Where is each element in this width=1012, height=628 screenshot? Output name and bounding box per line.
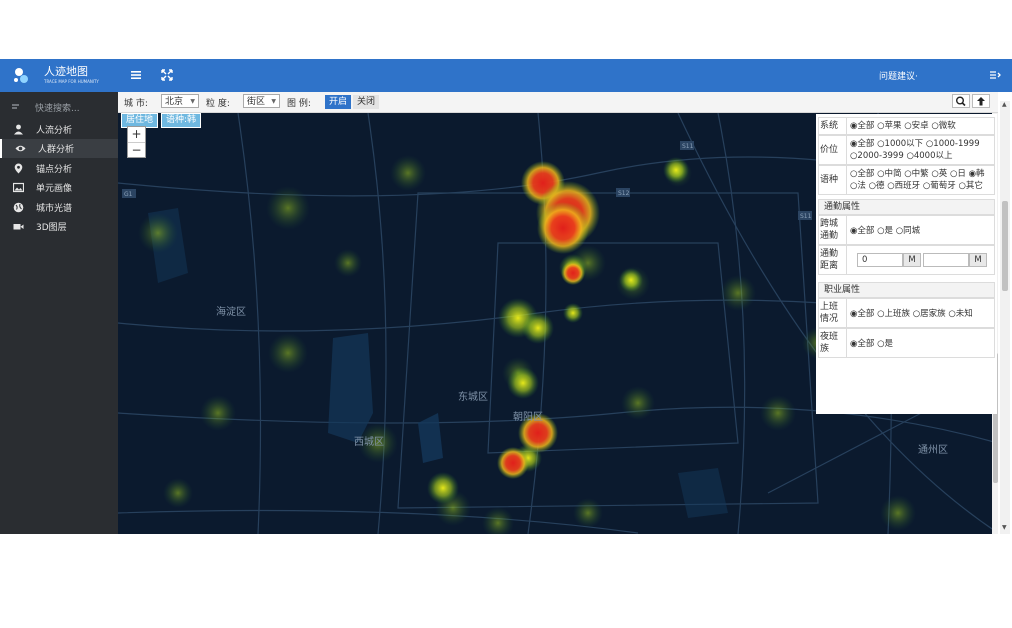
map-toolbar: 城 市: 北京 ▼ 粒 度: 街区 ▼ 图 例: 开启 关闭 — [118, 92, 998, 113]
sidebar-item-label: 3D图层 — [36, 223, 67, 233]
app-title: 人迹地图 — [44, 65, 88, 78]
image-icon — [13, 182, 24, 193]
sidebar-item-label: 城市光谱 — [36, 204, 73, 214]
sidebar-item-3d-layer[interactable]: 3D图层 — [0, 217, 118, 236]
district-label: 通州区 — [918, 445, 948, 456]
zoom-control: + − — [127, 126, 146, 158]
scroll-thumb[interactable] — [1002, 201, 1008, 291]
app-logo[interactable]: 人迹地图 TRACE MAP FOR HUMANITY — [12, 65, 112, 87]
layer-tag-language[interactable]: 语种:韩 — [161, 113, 202, 128]
granularity-value: 街区 — [247, 97, 266, 107]
filter-label: 语种 — [819, 166, 847, 194]
zoom-in-button[interactable]: + — [128, 127, 145, 142]
legend-on-button[interactable]: 开启 — [325, 95, 352, 109]
collapse-panel-button[interactable] — [972, 94, 990, 108]
night-options[interactable]: ◉全部 ○是 — [850, 338, 994, 350]
filter-distance: 通勤距离 0 M M — [818, 245, 995, 275]
filter-price: 价位 ◉全部 ○1000以下 ○1000-1999 ○2000-3999 ○40… — [818, 135, 995, 165]
filter-label: 夜班族 — [819, 329, 847, 357]
sidebar-item-label: 单元画像 — [36, 184, 73, 194]
sidebar-item-crowd[interactable]: 人群分析 — [0, 139, 120, 158]
person-icon — [14, 124, 23, 135]
language-options[interactable]: ○全部 ○中简 ○中繁 ○英 ○日 ◉韩 ○法 ○德 ○西班牙 ○葡萄牙 ○其它 — [850, 168, 994, 192]
city-select[interactable]: 北京 ▼ — [161, 94, 199, 108]
system-options[interactable]: ◉全部 ○苹果 ○安卓 ○微软 — [850, 120, 994, 132]
scroll-down-icon[interactable]: ▼ — [1002, 524, 1007, 531]
filter-label: 跨城通勤 — [819, 216, 847, 244]
filter-night-shift: 夜班族 ◉全部 ○是 — [818, 328, 995, 358]
app-subtitle: TRACE MAP FOR HUMANITY — [44, 79, 99, 84]
sidebar-item-city-spectrum[interactable]: 城市光谱 — [0, 198, 118, 217]
legend-label: 图 例: — [287, 99, 311, 109]
fullscreen-icon[interactable] — [160, 68, 174, 82]
legend-off-button[interactable]: 关闭 — [353, 95, 380, 109]
filter-label: 价位 — [819, 136, 847, 164]
sidebar-item-flow[interactable]: 人流分析 — [0, 120, 118, 139]
chevron-down-icon: ▼ — [190, 98, 195, 105]
city-value: 北京 — [165, 97, 184, 107]
granularity-select[interactable]: 街区 ▼ — [243, 94, 280, 108]
district-label: 海淀区 — [216, 307, 246, 318]
zoom-out-button[interactable]: − — [128, 142, 145, 158]
svg-text:S12: S12 — [618, 190, 630, 197]
map-pin-icon — [14, 163, 23, 174]
map-search-button[interactable] — [952, 94, 970, 108]
city-label: 城 市: — [124, 99, 148, 109]
work-options[interactable]: ◉全部 ○上班族 ○居家族 ○未知 — [850, 308, 994, 320]
filter-panel: 系统 ◉全部 ○苹果 ○安卓 ○微软 价位 ◉全部 ○1000以下 ○1000-… — [816, 114, 997, 414]
district-label: 朝阳区 — [513, 412, 543, 423]
section-job: 职业属性 — [818, 282, 995, 298]
search-input[interactable]: 快速搜索... — [35, 101, 80, 114]
app-window: 人迹地图 TRACE MAP FOR HUMANITY 问题建议· 快速搜索..… — [0, 59, 1012, 534]
filter-system: 系统 ◉全部 ○苹果 ○安卓 ○微软 — [818, 117, 995, 135]
filter-language: 语种 ○全部 ○中简 ○中繁 ○英 ○日 ◉韩 ○法 ○德 ○西班牙 ○葡萄牙 … — [818, 165, 995, 195]
svg-text:S11: S11 — [800, 213, 812, 220]
quick-search[interactable]: 快速搜索... — [0, 97, 118, 117]
filter-label: 上班情况 — [819, 299, 847, 327]
price-options[interactable]: ◉全部 ○1000以下 ○1000-1999 ○2000-3999 ○4000以… — [850, 138, 994, 162]
top-bar: 人迹地图 TRACE MAP FOR HUMANITY 问题建议· — [0, 59, 1012, 92]
distance-from-input[interactable]: 0 — [857, 253, 903, 267]
filter-work: 上班情况 ◉全部 ○上班族 ○居家族 ○未知 — [818, 298, 995, 328]
sidebar-item-anchor[interactable]: 锚点分析 — [0, 159, 118, 178]
eye-icon — [15, 145, 26, 152]
arrow-up-icon — [977, 97, 985, 106]
granularity-label: 粒 度: — [206, 99, 230, 109]
sidebar-item-unit-profile[interactable]: 单元画像 — [0, 178, 118, 197]
cross-city-options[interactable]: ◉全部 ○是 ○同城 — [850, 225, 994, 237]
distance-unit-from: M — [903, 253, 921, 267]
sidebar-item-label: 人流分析 — [36, 126, 73, 136]
globe-icon — [13, 202, 24, 213]
distance-unit-to: M — [969, 253, 987, 267]
sidebar-item-label: 锚点分析 — [36, 165, 73, 175]
district-label: 东城区 — [458, 392, 488, 403]
sidebar: 快速搜索... 人流分析 人群分析 锚点分析 单元画像 城市光谱 3D图层 — [0, 92, 120, 534]
district-label: 西城区 — [354, 437, 384, 448]
logout-icon[interactable] — [988, 68, 1002, 82]
water-bodies — [148, 208, 728, 518]
footprint-logo-icon — [14, 68, 28, 83]
video-camera-icon — [13, 224, 24, 230]
list-menu-icon[interactable] — [129, 68, 143, 82]
scroll-up-icon[interactable]: ▲ — [1002, 101, 1007, 108]
sidebar-item-label: 人群分析 — [38, 145, 75, 155]
feedback-link[interactable]: 问题建议· — [879, 69, 918, 82]
distance-to-input[interactable] — [923, 253, 969, 267]
search-icon — [956, 96, 966, 107]
search-icon — [12, 104, 19, 109]
section-commute: 通勤属性 — [818, 199, 995, 215]
chevron-down-icon: ▼ — [271, 98, 276, 105]
filter-label: 系统 — [819, 118, 847, 134]
filter-cross-city: 跨城通勤 ◉全部 ○是 ○同城 — [818, 215, 995, 245]
panel-scrollbar[interactable]: ▲ ▼ — [1000, 101, 1010, 534]
filter-label: 通勤距离 — [819, 246, 847, 274]
svg-text:S11: S11 — [682, 143, 694, 150]
